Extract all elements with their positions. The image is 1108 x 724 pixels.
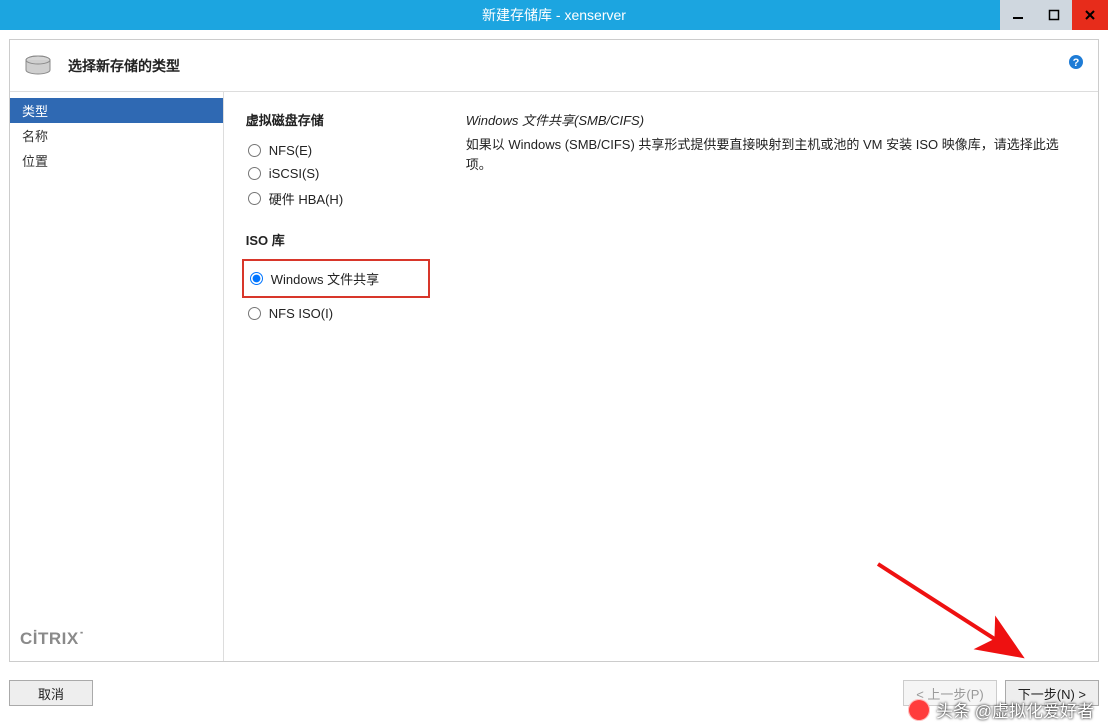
radio-label: NFS(E): [269, 143, 312, 158]
radio-label: Windows 文件共享: [271, 269, 379, 288]
wizard-body: 类型 名称 位置 CİTRIX˙ 虚拟磁盘存储 NFS: [10, 92, 1098, 661]
radio-input-hba[interactable]: [248, 192, 261, 205]
wizard-step-label: 名称: [22, 129, 48, 144]
close-icon: [1084, 9, 1096, 21]
svg-text:?: ?: [1073, 57, 1080, 69]
wizard-button-bar: 取消 < 上一步(P) 下一步(N) >: [9, 674, 1099, 712]
radio-option-iscsi[interactable]: iSCSI(S): [246, 162, 426, 185]
iso-library-heading: ISO 库: [246, 230, 426, 249]
highlighted-option: Windows 文件共享: [242, 259, 430, 298]
description-title: Windows 文件共享(SMB/CIFS): [466, 110, 1076, 129]
button-label: 下一步(N) >: [1018, 684, 1086, 703]
radio-input-nfs[interactable]: [248, 144, 261, 157]
window-control-buttons: [1000, 0, 1108, 30]
radio-option-nfs-iso[interactable]: NFS ISO(I): [246, 302, 426, 325]
wizard-step-location[interactable]: 位置: [10, 148, 223, 173]
radio-option-windows-share[interactable]: Windows 文件共享: [248, 265, 424, 292]
radio-label: NFS ISO(I): [269, 306, 333, 321]
wizard-step-label: 类型: [22, 104, 48, 119]
wizard-steps-nav: 类型 名称 位置 CİTRIX˙: [10, 92, 224, 661]
button-label: 取消: [38, 684, 64, 703]
maximize-button[interactable]: [1036, 0, 1072, 30]
cancel-button[interactable]: 取消: [9, 680, 93, 706]
client-area: 选择新存储的类型 ? 类型 名称 位置: [0, 30, 1108, 724]
wizard-step-title: 选择新存储的类型: [68, 56, 180, 76]
help-icon[interactable]: ?: [1068, 54, 1084, 70]
radio-input-nfs-iso[interactable]: [248, 307, 261, 320]
citrix-logo: CİTRIX˙: [20, 629, 85, 648]
window-titlebar: 新建存储库 - xenserver: [0, 0, 1108, 30]
storage-type-description: Windows 文件共享(SMB/CIFS) 如果以 Windows (SMB/…: [466, 110, 1076, 649]
description-body: 如果以 Windows (SMB/CIFS) 共享形式提供要直接映射到主机或池的…: [466, 135, 1076, 174]
maximize-icon: [1048, 9, 1060, 21]
wizard-main-pane: 虚拟磁盘存储 NFS(E) iSCSI(S) 硬件 HBA(H) ISO 库: [224, 92, 1098, 661]
radio-option-nfs[interactable]: NFS(E): [246, 139, 426, 162]
storage-repository-icon: [24, 55, 52, 77]
radio-input-iscsi[interactable]: [248, 167, 261, 180]
storage-type-options: 虚拟磁盘存储 NFS(E) iSCSI(S) 硬件 HBA(H) ISO 库: [246, 110, 426, 649]
radio-input-windows-share[interactable]: [250, 272, 263, 285]
wizard-step-type[interactable]: 类型: [10, 98, 223, 123]
wizard-header: 选择新存储的类型 ?: [10, 40, 1098, 92]
button-label: < 上一步(P): [916, 684, 984, 703]
radio-option-hba[interactable]: 硬件 HBA(H): [246, 185, 426, 212]
back-button: < 上一步(P): [903, 680, 997, 706]
virtual-disk-storage-heading: 虚拟磁盘存储: [246, 110, 426, 129]
minimize-button[interactable]: [1000, 0, 1036, 30]
radio-label: iSCSI(S): [269, 166, 320, 181]
window-title: 新建存储库 - xenserver: [482, 5, 626, 25]
wizard-frame: 选择新存储的类型 ? 类型 名称 位置: [9, 39, 1099, 662]
close-button[interactable]: [1072, 0, 1108, 30]
wizard-step-name[interactable]: 名称: [10, 123, 223, 148]
brand-area: CİTRIX˙: [10, 629, 223, 661]
minimize-icon: [1012, 9, 1024, 21]
radio-label: 硬件 HBA(H): [269, 189, 343, 208]
wizard-step-label: 位置: [22, 154, 48, 169]
next-button[interactable]: 下一步(N) >: [1005, 680, 1099, 706]
